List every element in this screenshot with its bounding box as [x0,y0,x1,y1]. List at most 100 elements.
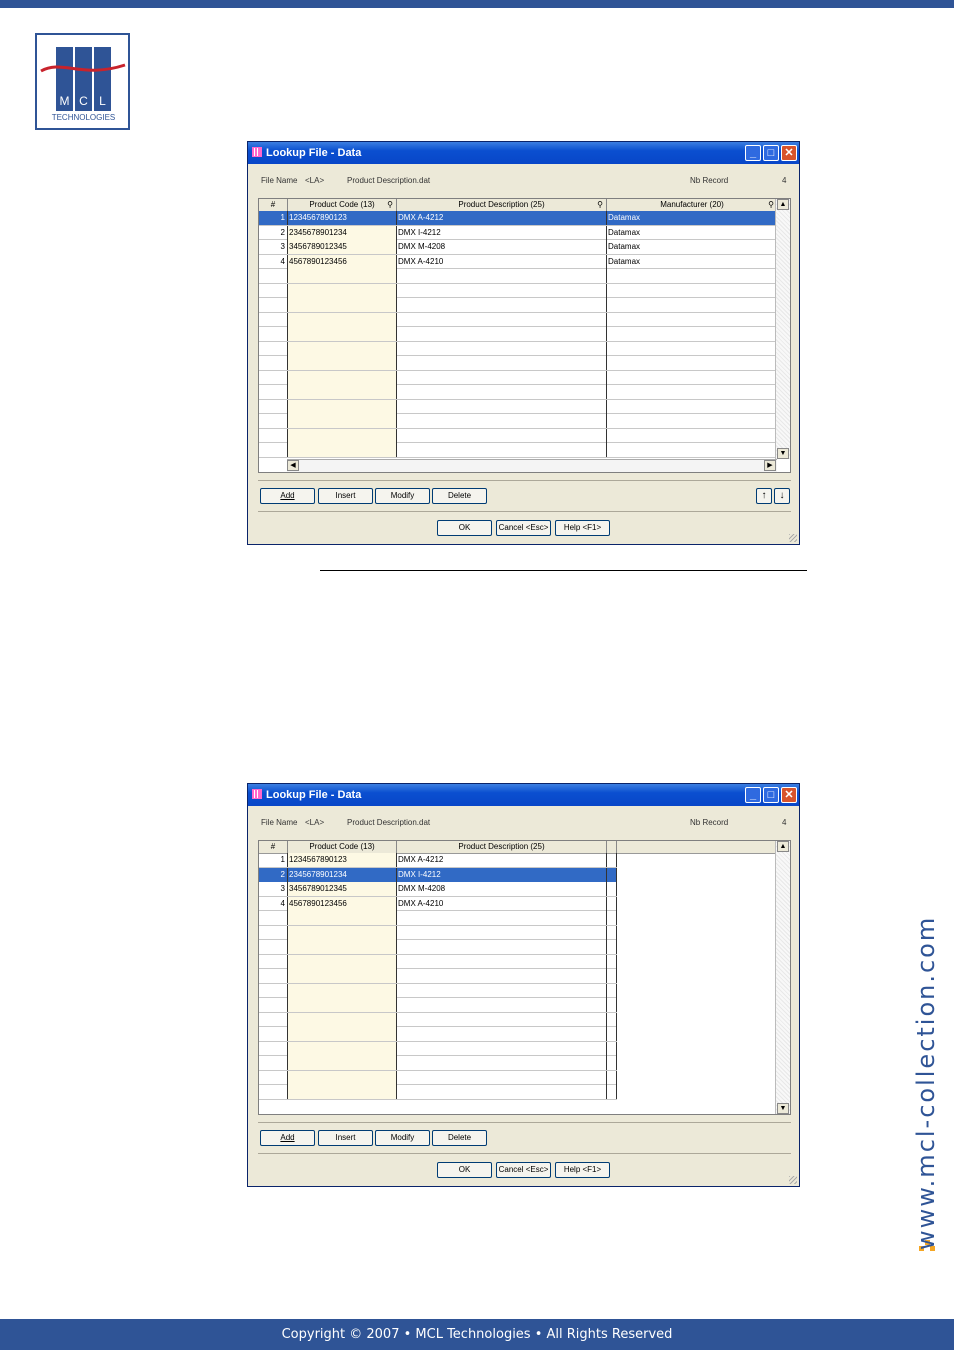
dialog-2-title: Lookup File - Data [266,789,362,801]
insert-button[interactable]: Insert [318,1130,373,1146]
cell-number: 1 [259,211,288,225]
empty-table-row[interactable] [259,969,617,984]
scroll-up-button[interactable]: ▲ [777,199,789,210]
scroll-up-button[interactable]: ▲ [777,841,789,852]
nb-record-value: 4 [782,818,787,827]
column-header-number[interactable]: # [259,199,288,211]
resize-grip[interactable] [789,534,797,542]
cell-manufacturer [607,370,778,385]
table-row[interactable]: 1 1234567890123 DMX A-4212 Datamax [259,211,778,226]
table-row[interactable]: 1 1234567890123 DMX A-4212 [259,853,617,868]
empty-table-row[interactable] [259,925,617,940]
column-header-product-code[interactable]: Product Code (13) [288,841,397,853]
ok-button[interactable]: OK [437,520,492,536]
empty-table-row[interactable] [259,1070,617,1085]
table-icon [252,147,262,157]
website-url[interactable]: www.mcl-collection.com [912,916,940,1250]
column-header-number[interactable]: # [259,841,288,853]
help-button[interactable]: Help <F1> [555,520,610,536]
cell-product-code [288,1056,397,1070]
empty-table-row[interactable] [259,940,617,955]
empty-table-row[interactable] [259,911,617,926]
modify-button-label: Modify [390,1133,415,1142]
cell-product-code: 2345678901234 [288,225,397,240]
column-header-product-code[interactable]: Product Code (13) ⚲ [288,199,397,211]
cell-product-code: 1234567890123 [288,853,397,867]
empty-table-row[interactable] [259,341,778,356]
empty-table-row[interactable] [259,385,778,400]
add-button[interactable]: Add [260,488,315,504]
empty-table-row[interactable] [259,1027,617,1042]
maximize-button[interactable]: □ [763,145,779,161]
data-grid[interactable]: # Product Code (13) Product Description … [258,840,791,1115]
empty-table-row[interactable] [259,370,778,385]
help-button[interactable]: Help <F1> [555,1162,610,1178]
table-row[interactable]: 3 3456789012345 DMX M-4208 [259,882,617,897]
empty-table-row[interactable] [259,1056,617,1071]
empty-table-row[interactable] [259,983,617,998]
vertical-scrollbar[interactable]: ▲ ▼ [775,199,790,459]
close-button[interactable]: ✕ [781,787,797,803]
empty-table-row[interactable] [259,356,778,371]
cell-product-description [397,1056,607,1070]
close-button[interactable]: ✕ [781,145,797,161]
table-row[interactable]: 2 2345678901234 DMX I-4212 [259,867,617,882]
cell-number [259,269,288,283]
move-down-button[interactable]: ↓ [774,488,790,504]
empty-table-row[interactable] [259,327,778,342]
move-up-button[interactable]: ↑ [756,488,772,504]
empty-table-row[interactable] [259,312,778,327]
table-row[interactable]: 4 4567890123456 DMX A-4210 Datamax [259,254,778,269]
cell-product-description: DMX I-4212 [397,867,607,882]
table-row[interactable]: 2 2345678901234 DMX I-4212 Datamax [259,225,778,240]
empty-table-row[interactable] [259,1012,617,1027]
scroll-down-button[interactable]: ▼ [777,1103,789,1114]
empty-table-row[interactable] [259,298,778,313]
minimize-button[interactable]: _ [745,787,761,803]
empty-table-row[interactable] [259,414,778,429]
empty-table-row[interactable] [259,443,778,458]
empty-table-row[interactable] [259,1085,617,1100]
dialog-2-titlebar[interactable]: Lookup File - Data _ □ ✕ [248,784,799,806]
empty-table-row[interactable] [259,283,778,298]
empty-table-row[interactable] [259,1041,617,1056]
cancel-button[interactable]: Cancel <Esc> [496,520,551,536]
column-header-product-description[interactable]: Product Description (25) [397,841,607,853]
cell-product-description [397,298,607,312]
empty-table-row[interactable] [259,269,778,284]
maximize-button[interactable]: □ [763,787,779,803]
horizontal-scrollbar[interactable]: ◀ ▶ [287,459,777,472]
dialog-1-titlebar[interactable]: Lookup File - Data _ □ ✕ [248,142,799,164]
empty-table-row[interactable] [259,954,617,969]
scroll-left-button[interactable]: ◀ [287,460,299,471]
delete-button[interactable]: Delete [432,1130,487,1146]
cell-number: 3 [259,882,288,896]
insert-button[interactable]: Insert [318,488,373,504]
cell-product-description [397,1085,607,1099]
table-row[interactable]: 4 4567890123456 DMX A-4210 [259,896,617,911]
ok-button[interactable]: OK [437,1162,492,1178]
logo-letter-2: C [79,94,88,108]
empty-table-row[interactable] [259,428,778,443]
delete-button[interactable]: Delete [432,488,487,504]
vertical-scrollbar[interactable]: ▲ ▼ [775,841,790,1114]
data-grid[interactable]: # Product Code (13) ⚲ Product Description… [258,198,791,473]
empty-table-row[interactable] [259,998,617,1013]
table-row[interactable]: 3 3456789012345 DMX M-4208 Datamax [259,240,778,255]
column-header-filler [607,841,617,853]
add-button[interactable]: Add [260,1130,315,1146]
minimize-button[interactable]: _ [745,145,761,161]
resize-grip[interactable] [789,1176,797,1184]
scroll-down-button[interactable]: ▼ [777,448,789,459]
modify-button[interactable]: Modify [375,1130,430,1146]
column-header-product-description[interactable]: Product Description (25) ⚲ [397,199,607,211]
column-header-manufacturer[interactable]: Manufacturer (20) ⚲ [607,199,778,211]
cell-manufacturer [607,443,778,457]
cancel-button[interactable]: Cancel <Esc> [496,1162,551,1178]
cell-number: 2 [259,225,288,240]
empty-table-row[interactable] [259,399,778,414]
cell-product-description [397,1070,607,1085]
modify-button[interactable]: Modify [375,488,430,504]
cell-number [259,370,288,385]
scroll-right-button[interactable]: ▶ [764,460,776,471]
